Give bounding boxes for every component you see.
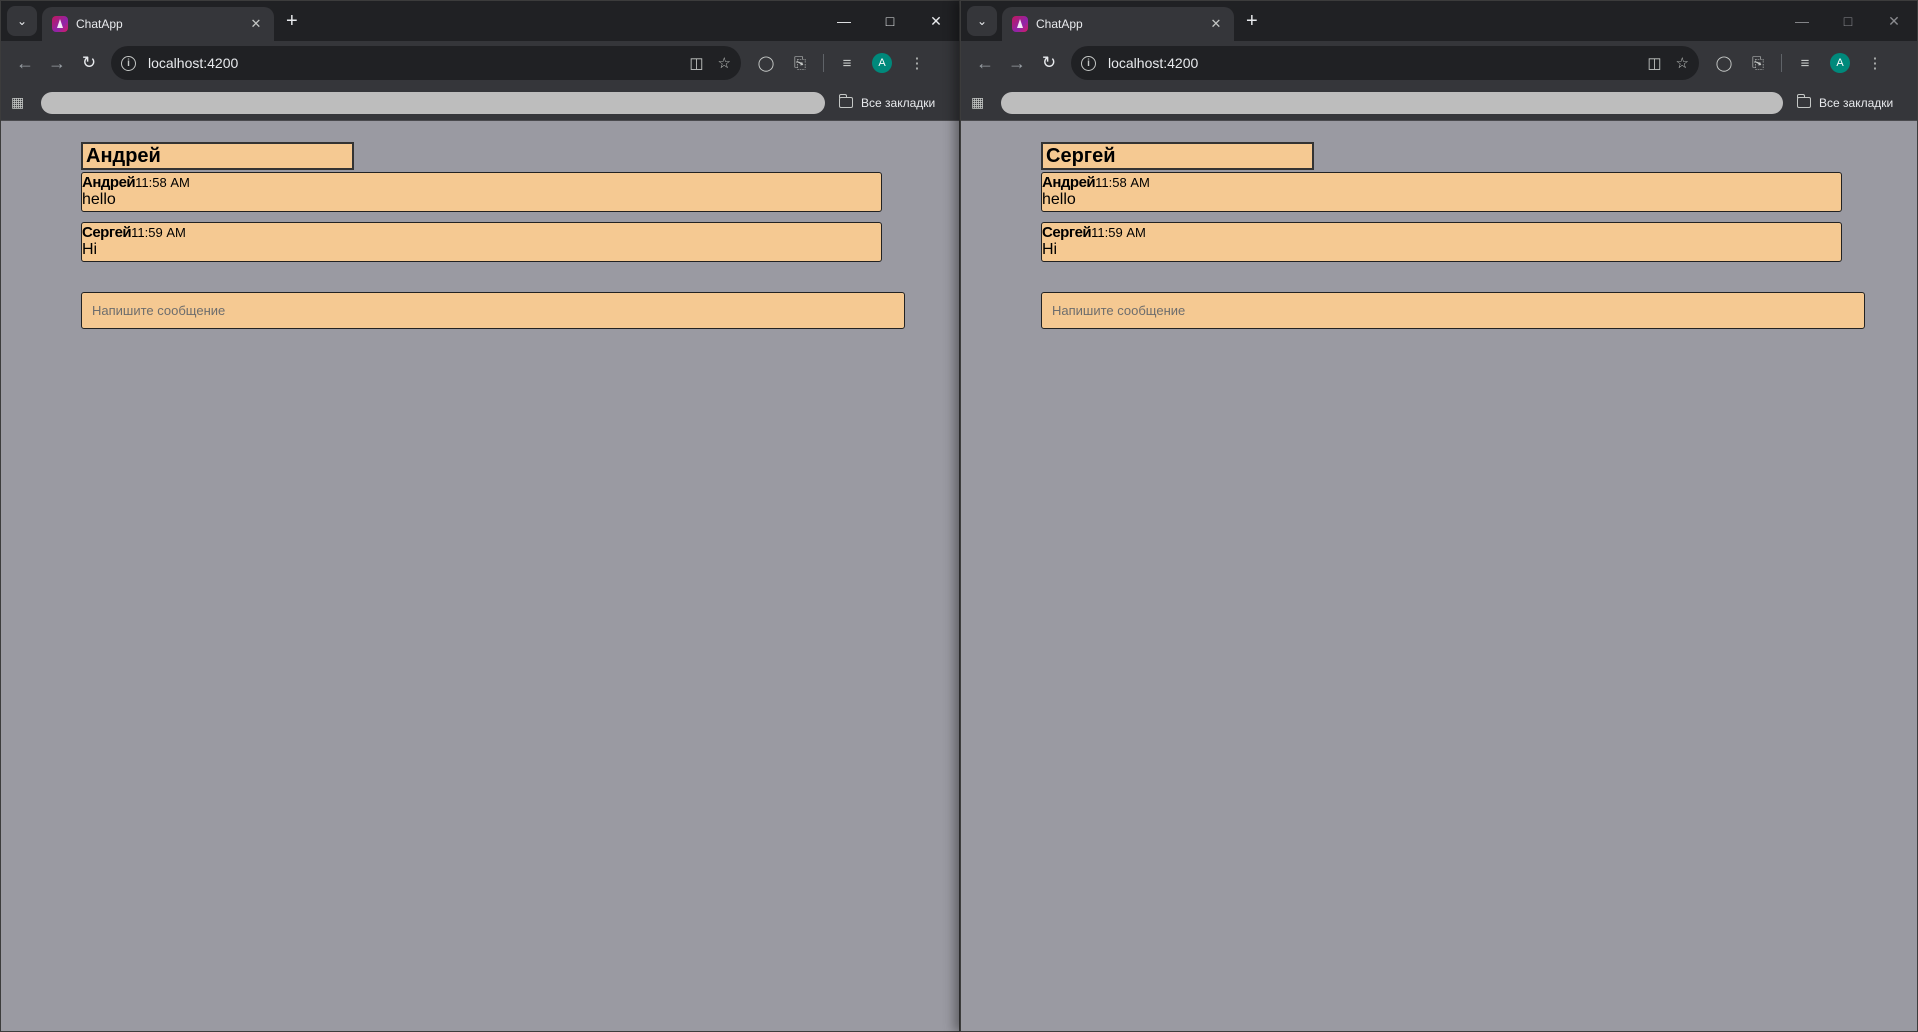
message-item: Андрей11:58 AM hello <box>1041 172 1842 212</box>
angular-favicon-icon <box>1012 16 1028 32</box>
back-arrow-icon[interactable]: ← <box>9 47 41 79</box>
toolbar-divider <box>823 54 824 72</box>
new-tab-button[interactable]: + <box>1246 11 1258 31</box>
message-input[interactable] <box>1052 303 1864 318</box>
page-viewport: Сергей Андрей11:58 AM hello Сергей11:59 … <box>961 121 1917 1031</box>
minimize-icon[interactable]: — <box>1779 1 1825 41</box>
close-icon[interactable]: ✕ <box>248 16 264 32</box>
forward-arrow-icon[interactable]: → <box>41 47 73 79</box>
chat-container: Андрей Андрей11:58 AM hello Сергей11:59 … <box>81 142 905 329</box>
url-text: localhost:4200 <box>1108 55 1199 71</box>
apps-grid-icon[interactable]: ▦ <box>971 94 995 111</box>
message-text: Hi <box>1042 241 1058 258</box>
message-text: hello <box>82 191 116 208</box>
tab-search-button[interactable]: ⌄ <box>7 6 37 36</box>
message-composer[interactable] <box>1041 292 1865 329</box>
puzzle-icon[interactable]: ⎘ <box>783 47 817 79</box>
message-time: 11:58 AM <box>135 175 190 190</box>
window-controls: — □ ✕ <box>821 1 959 41</box>
media-queue-icon[interactable]: ≡ <box>830 47 864 79</box>
chevron-down-icon: ⌄ <box>16 14 28 28</box>
message-item: Сергей11:59 AM Hi <box>1041 222 1842 262</box>
star-icon[interactable]: ☆ <box>1676 54 1689 72</box>
message-author: Андрей <box>82 174 136 191</box>
tab-title: ChatApp <box>76 17 123 31</box>
all-bookmarks-label[interactable]: Все закладки <box>1819 96 1893 110</box>
reload-icon[interactable]: ↻ <box>1033 47 1065 79</box>
maximize-icon[interactable]: □ <box>1825 1 1871 41</box>
bookmarks-redacted <box>41 91 825 114</box>
minimize-icon[interactable]: — <box>821 1 867 41</box>
chat-user-header: Андрей <box>81 142 354 170</box>
info-icon[interactable]: i <box>1081 55 1096 71</box>
browser-toolbar: ← → ↻ i localhost:4200 ◫ ☆ ◯ ⎘ ≡ A ⋮ <box>1 41 959 85</box>
media-queue-icon[interactable]: ≡ <box>1788 47 1822 79</box>
back-arrow-icon[interactable]: ← <box>969 47 1001 79</box>
message-input[interactable] <box>92 303 904 318</box>
toolbar-divider <box>1781 54 1782 72</box>
star-icon[interactable]: ☆ <box>718 54 731 72</box>
info-icon[interactable]: i <box>121 55 136 71</box>
profile-avatar[interactable]: A <box>1830 53 1850 73</box>
kebab-menu-icon[interactable]: ⋮ <box>900 47 934 79</box>
bookmarks-bar: ▦ Все закладки <box>1 85 959 121</box>
folder-icon <box>1796 94 1811 108</box>
message-author: Андрей <box>1042 174 1096 191</box>
chat-user-header: Сергей <box>1041 142 1314 170</box>
window-close-icon[interactable]: ✕ <box>1871 1 1917 41</box>
kebab-menu-icon[interactable]: ⋮ <box>1858 47 1892 79</box>
message-text: hello <box>1042 191 1076 208</box>
message-time: 11:59 AM <box>1091 225 1146 240</box>
all-bookmarks-label[interactable]: Все закладки <box>861 96 935 110</box>
new-tab-button[interactable]: + <box>286 11 298 31</box>
message-time: 11:58 AM <box>1095 175 1150 190</box>
maximize-icon[interactable]: □ <box>867 1 913 41</box>
close-icon[interactable]: ✕ <box>1208 16 1224 32</box>
tab-chatapp[interactable]: ChatApp ✕ <box>1002 7 1234 41</box>
translate-icon[interactable]: ◫ <box>1647 54 1661 72</box>
tab-strip: ⌄ ChatApp ✕ + — □ ✕ <box>961 1 1917 41</box>
tab-strip: ⌄ ChatApp ✕ + — □ ✕ <box>1 1 959 41</box>
page-viewport: Андрей Андрей11:58 AM hello Сергей11:59 … <box>1 121 959 1031</box>
translate-icon[interactable]: ◫ <box>689 54 703 72</box>
tab-title: ChatApp <box>1036 17 1083 31</box>
reload-icon[interactable]: ↻ <box>73 47 105 79</box>
globe-icon[interactable]: ◯ <box>749 47 783 79</box>
message-composer[interactable] <box>81 292 905 329</box>
message-time: 11:59 AM <box>131 225 186 240</box>
window-close-icon[interactable]: ✕ <box>913 1 959 41</box>
forward-arrow-icon[interactable]: → <box>1001 47 1033 79</box>
tab-search-button[interactable]: ⌄ <box>967 6 997 36</box>
chat-container: Сергей Андрей11:58 AM hello Сергей11:59 … <box>1041 142 1865 329</box>
message-item: Сергей11:59 AM Hi <box>81 222 882 262</box>
chevron-down-icon: ⌄ <box>976 14 988 28</box>
browser-toolbar: ← → ↻ i localhost:4200 ◫ ☆ ◯ ⎘ ≡ A ⋮ <box>961 41 1917 85</box>
window-controls: — □ ✕ <box>1779 1 1917 41</box>
puzzle-icon[interactable]: ⎘ <box>1741 47 1775 79</box>
angular-favicon-icon <box>52 16 68 32</box>
globe-icon[interactable]: ◯ <box>1707 47 1741 79</box>
apps-grid-icon[interactable]: ▦ <box>11 94 35 111</box>
desktop-screen: ⌄ ChatApp ✕ + — □ ✕ ← → ↻ i localhost:42… <box>0 0 1918 1032</box>
profile-avatar[interactable]: A <box>872 53 892 73</box>
tab-chatapp[interactable]: ChatApp ✕ <box>42 7 274 41</box>
browser-window-left: ⌄ ChatApp ✕ + — □ ✕ ← → ↻ i localhost:42… <box>0 0 960 1032</box>
message-author: Сергей <box>82 224 132 241</box>
folder-icon <box>838 94 853 108</box>
url-text: localhost:4200 <box>148 55 239 71</box>
address-bar[interactable]: i localhost:4200 ◫ ☆ <box>111 46 741 80</box>
message-text: Hi <box>82 241 98 258</box>
message-author: Сергей <box>1042 224 1092 241</box>
address-bar[interactable]: i localhost:4200 ◫ ☆ <box>1071 46 1699 80</box>
bookmarks-bar: ▦ Все закладки <box>961 85 1917 121</box>
bookmarks-redacted <box>1001 91 1783 114</box>
browser-window-right: ⌄ ChatApp ✕ + — □ ✕ ← → ↻ i localhost:42… <box>960 0 1918 1032</box>
message-item: Андрей11:58 AM hello <box>81 172 882 212</box>
